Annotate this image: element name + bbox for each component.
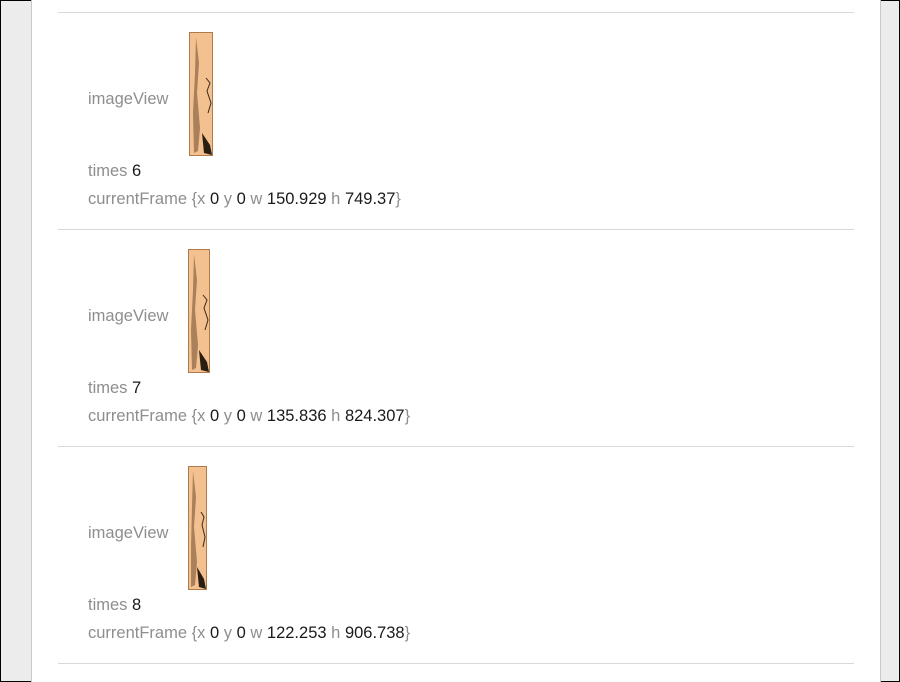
frame-w-key: w	[250, 407, 263, 425]
current-frame-row: currentFrame {x 0 y 0 w 135.836 h 824.30…	[88, 406, 410, 426]
current-frame-label: currentFrame	[88, 407, 188, 425]
frame-h-key: h	[331, 624, 341, 642]
frame-y-value: 0	[236, 190, 246, 208]
frame-x-value: 0	[209, 407, 220, 425]
times-label: times	[88, 162, 128, 180]
image-thumbnail[interactable]	[188, 249, 210, 373]
imageview-label: imageView	[88, 524, 169, 542]
frame-close-brace: }	[404, 624, 411, 642]
imageview-label: imageView	[88, 90, 169, 108]
debug-quicklook-panel: imageView times 6 currentFrame {x 0 y 0 …	[31, 0, 881, 682]
times-label: times	[88, 596, 128, 614]
frame-y-value: 0	[236, 624, 246, 642]
image-thumbnail[interactable]	[188, 466, 207, 590]
frame-x-value: 0	[209, 190, 220, 208]
separator	[58, 663, 854, 664]
frame-h-value: 824.307	[344, 407, 405, 425]
frame-h-key: h	[331, 190, 341, 208]
frame-h-key: h	[331, 407, 341, 425]
frame-y-key: y	[223, 190, 233, 208]
times-row: times 8	[88, 595, 141, 615]
current-frame-label: currentFrame	[88, 624, 188, 642]
imageview-label: imageView	[88, 307, 169, 325]
frame-w-value: 122.253	[266, 624, 327, 642]
separator	[58, 446, 854, 447]
frame-h-value: 906.738	[344, 624, 405, 642]
frame-y-value: 0	[236, 407, 246, 425]
frame-close-brace: }	[395, 190, 401, 208]
current-frame-row: currentFrame {x 0 y 0 w 150.929 h 749.37…	[88, 189, 401, 209]
frame-y-key: y	[223, 624, 233, 642]
frame-w-key: w	[250, 190, 263, 208]
times-row: times 7	[88, 378, 141, 398]
times-row: times 6	[88, 161, 141, 181]
current-frame-label: currentFrame	[88, 190, 188, 208]
frame-h-value: 749.37	[344, 190, 396, 208]
frame-close-brace: }	[404, 407, 411, 425]
image-thumbnail[interactable]	[189, 32, 213, 156]
frame-w-value: 135.836	[266, 407, 327, 425]
frame-x-key: {x	[191, 624, 206, 642]
frame-w-value: 150.929	[266, 190, 327, 208]
separator	[58, 12, 854, 13]
times-label: times	[88, 379, 128, 397]
frame-w-key: w	[250, 624, 263, 642]
separator	[58, 229, 854, 230]
times-value: 7	[132, 379, 142, 397]
frame-x-key: {x	[191, 190, 206, 208]
times-value: 6	[132, 162, 142, 180]
times-value: 8	[132, 596, 142, 614]
current-frame-row: currentFrame {x 0 y 0 w 122.253 h 906.73…	[88, 623, 410, 643]
frame-y-key: y	[223, 407, 233, 425]
frame-x-key: {x	[191, 407, 206, 425]
frame-x-value: 0	[209, 624, 220, 642]
